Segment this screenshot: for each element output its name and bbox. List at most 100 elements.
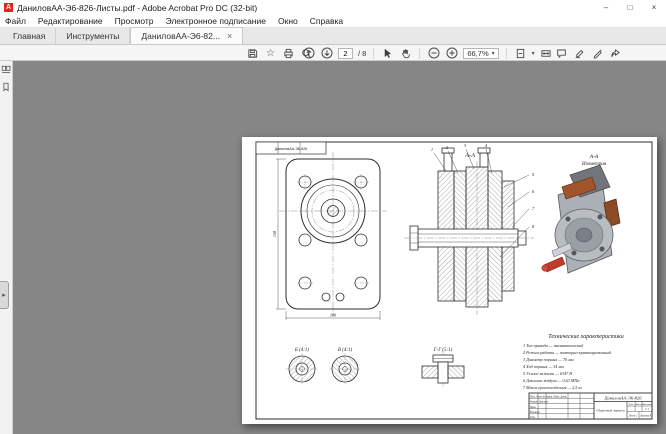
chevron-right-icon: ▸ (2, 291, 6, 299)
detail-g-label: Г-Г (5:1) (433, 348, 453, 353)
title-block: Изм. Лист № докум. Подп. Дата Разраб. Да… (529, 393, 653, 419)
comment-icon (556, 48, 567, 59)
callout-4: 4 (485, 143, 488, 148)
print-icon (283, 48, 294, 59)
dim-width-text: 100 (330, 313, 337, 318)
tb-header-row: Изм. Лист № докум. Подп. Дата (529, 395, 567, 398)
tab-close-icon[interactable]: × (227, 28, 232, 45)
zoom-out-button[interactable] (427, 47, 440, 60)
fit-width-icon (540, 48, 552, 59)
tech-line-1: 1 Тип привода — пневматический (523, 343, 584, 348)
hand-tool-button[interactable] (399, 47, 412, 60)
tech-title: Технические характеристики (548, 334, 624, 340)
tb-row-3: Н.контр. (529, 411, 540, 414)
tb-scale-label: Масштаб (641, 403, 653, 406)
tb-doc-name: Сборочный чертёж (596, 408, 626, 413)
previous-page-button[interactable] (302, 47, 315, 60)
pen-icon (592, 48, 603, 59)
navigation-rail (0, 61, 13, 434)
acrobat-logo-icon: A (4, 3, 13, 12)
minimize-button[interactable]: – (594, 0, 618, 15)
menu-bar: Файл Редактирование Просмотр Электронное… (0, 15, 666, 28)
fit-page-button[interactable] (514, 47, 527, 60)
zoom-in-button[interactable] (445, 47, 458, 60)
thumbnails-icon (1, 65, 11, 75)
acrobat-window: A ДаниловАА-Э6-826-Листы.pdf - Adobe Acr… (0, 0, 666, 434)
tb-lit-label: Лит. (628, 404, 634, 406)
tech-line-4: 4 Ход поршня — 34 мм (523, 364, 564, 369)
menu-window[interactable]: Окно (278, 16, 298, 26)
tb-scale-value: 1:1 (645, 407, 649, 411)
close-button[interactable]: × (642, 0, 666, 15)
detail-view-b: Б (4:1) (286, 348, 318, 385)
star-icon: ☆ (266, 47, 275, 60)
save-button[interactable] (246, 47, 259, 60)
tab-bar: Главная Инструменты ДаниловАА-Э6-82... × (0, 28, 666, 45)
chevron-down-icon[interactable]: ▾ (532, 50, 535, 57)
page-total-label: / 8 (358, 49, 366, 58)
tech-line-5: 5 Усилие зажима — 6347 Н (523, 371, 573, 376)
menu-help[interactable]: Справка (310, 16, 343, 26)
fit-page-icon (515, 48, 526, 59)
menu-esign[interactable]: Электронное подписание (166, 16, 266, 26)
hand-icon (400, 48, 411, 59)
tab-home[interactable]: Главная (3, 28, 56, 44)
pdf-page: ДаниловАА-Э6-826 (242, 137, 657, 424)
arrow-up-circle-icon (303, 47, 315, 59)
tb-row-4: Утв. (530, 416, 536, 419)
save-icon (247, 48, 258, 59)
callout-1: 1 (431, 147, 433, 152)
tech-line-2: 2 Режим работы — повторно-кратковременны… (523, 350, 612, 355)
star-button[interactable]: ☆ (264, 47, 277, 60)
print-button[interactable] (282, 47, 295, 60)
comment-tool-button[interactable] (555, 47, 568, 60)
tab-document-label: ДаниловАА-Э6-82... (141, 28, 220, 45)
callout-5: 5 (532, 172, 535, 177)
share-tool-button[interactable] (609, 47, 622, 60)
corner-stamp-text: ДаниловАА-Э6-826 (275, 147, 307, 151)
send-icon (610, 48, 621, 59)
window-controls: – □ × (594, 0, 666, 15)
section-view: А-А (404, 143, 535, 315)
maximize-button[interactable]: □ (618, 0, 642, 15)
detail-view-g: Г-Г (5:1) (422, 348, 464, 387)
detail-b-label: Б (4:1) (294, 348, 310, 353)
toolbar-divider (373, 48, 374, 59)
callout-8: 8 (532, 224, 535, 229)
menu-edit[interactable]: Редактирование (38, 16, 103, 26)
fit-width-button[interactable] (540, 47, 553, 60)
window-title: ДаниловАА-Э6-826-Листы.pdf - Adobe Acrob… (17, 3, 257, 13)
highlight-tool-button[interactable] (573, 47, 586, 60)
toolbar-divider (506, 48, 507, 59)
dimension-height: 150 (272, 159, 286, 309)
callout-7: 7 (532, 206, 535, 211)
bookmarks-button[interactable] (1, 82, 11, 92)
page-thumbnails-button[interactable] (1, 65, 11, 75)
toolbar-nav-group: / 8 66,7% ▾ ▾ (302, 46, 553, 60)
menu-view[interactable]: Просмотр (115, 16, 154, 26)
sign-tool-button[interactable] (591, 47, 604, 60)
tech-line-6: 6 Давление воздуха — 0,63 МПа (523, 378, 580, 384)
iso-label-1: А-А (589, 154, 599, 160)
tab-document[interactable]: ДаниловАА-Э6-82... × (130, 27, 243, 44)
expand-panel-button[interactable]: ▸ (0, 281, 9, 309)
select-tool-button[interactable] (381, 47, 394, 60)
minus-circle-icon (428, 47, 440, 59)
window-titlebar: A ДаниловАА-Э6-826-Листы.pdf - Adobe Acr… (0, 0, 666, 15)
chevron-down-icon: ▾ (492, 50, 495, 57)
isometric-view: А-А Изометрия (542, 154, 620, 273)
document-canvas[interactable]: ДаниловАА-Э6-826 (13, 61, 666, 434)
tab-tools[interactable]: Инструменты (56, 28, 130, 44)
zoom-level-dropdown[interactable]: 66,7% ▾ (463, 48, 498, 59)
tech-specs: Технические характеристики 1 Тип привода… (523, 334, 624, 391)
tb-sheets: Листов 8 (639, 415, 652, 418)
callout-6: 6 (532, 189, 535, 194)
iso-label-2: Изометрия (581, 162, 607, 167)
toolbar-annotate-group (555, 46, 622, 60)
menu-file[interactable]: Файл (5, 16, 26, 26)
next-page-button[interactable] (320, 47, 333, 60)
bookmark-icon (1, 82, 11, 92)
highlighter-icon (574, 48, 585, 59)
corner-stamp: ДаниловАА-Э6-826 (256, 142, 326, 154)
page-number-input[interactable] (338, 48, 353, 59)
